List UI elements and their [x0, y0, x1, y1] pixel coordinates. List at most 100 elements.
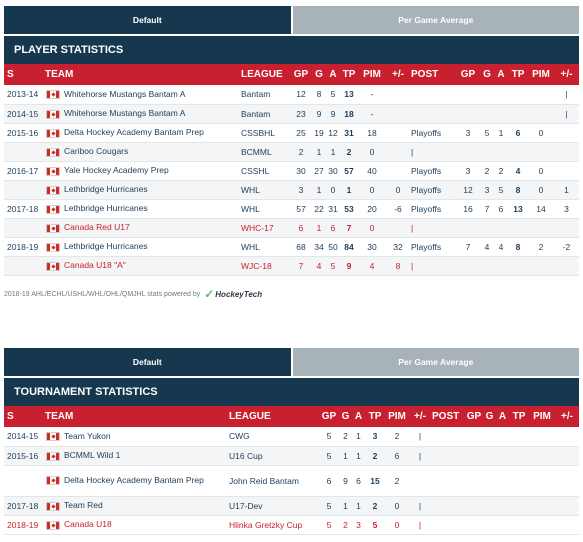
team-cell: Lethbridge Hurricanes — [44, 180, 240, 200]
column-header-a[interactable]: A — [326, 64, 340, 85]
column-header-post-a[interactable]: A — [494, 64, 508, 85]
league-cell[interactable]: U16 Cup — [228, 446, 319, 466]
league-cell[interactable]: Bantam — [240, 85, 290, 105]
season-cell — [4, 256, 44, 276]
league-cell[interactable]: CWG — [228, 427, 319, 447]
season-cell: 2017-18 — [4, 496, 44, 516]
stat-cell-g: 22 — [312, 199, 326, 219]
league-cell[interactable]: WHL — [240, 180, 290, 200]
stat-cell-pg — [480, 256, 494, 276]
tab-per-game-average[interactable]: Per Game Average — [292, 348, 579, 376]
column-header-gp[interactable]: GP — [319, 406, 339, 427]
league-cell[interactable]: WHL — [240, 237, 290, 257]
league-cell[interactable]: WHC-17 — [240, 218, 290, 238]
stat-cell-post: Playoffs — [410, 180, 456, 200]
league-cell[interactable]: WJC-18 — [240, 256, 290, 276]
column-header-post-pim[interactable]: PIM — [528, 64, 554, 85]
tab-default[interactable]: Default — [4, 348, 291, 376]
column-header-team[interactable]: TEAM — [44, 64, 240, 85]
stat-cell-ppm: 3 — [554, 199, 579, 219]
team-link[interactable]: Delta Hockey Academy Bantam Prep — [64, 127, 204, 137]
stat-cell-ppim — [528, 142, 554, 162]
column-header-season[interactable]: S — [4, 64, 44, 85]
league-cell[interactable]: Bantam — [240, 104, 290, 124]
league-cell[interactable]: Hlinka Gretzky Cup — [228, 515, 319, 535]
league-cell[interactable]: John Reid Bantam — [228, 465, 319, 497]
table-row: 2013-14 Whitehorse Mustangs Bantam A Banta… — [4, 85, 579, 105]
column-header-post-gp[interactable]: GP — [465, 406, 483, 427]
stat-cell-pg — [480, 85, 494, 105]
team-link[interactable]: Lethbridge Hurricanes — [64, 203, 148, 213]
column-header-plus-minus[interactable]: +/- — [409, 406, 431, 427]
column-header-gp[interactable]: GP — [290, 64, 312, 85]
stat-cell-a: 31 — [326, 199, 340, 219]
column-header-g[interactable]: G — [312, 64, 326, 85]
team-cell: Whitehorse Mustangs Bantam A — [44, 104, 240, 124]
column-header-post[interactable]: POST — [431, 406, 465, 427]
player-stats-header-row: S TEAM LEAGUE GP G A TP PIM +/- POST GP G A TP PIM +/- — [4, 64, 579, 85]
team-link[interactable]: Lethbridge Hurricanes — [64, 241, 148, 251]
team-link[interactable]: Whitehorse Mustangs Bantam A — [64, 108, 185, 118]
league-cell[interactable]: CSSHL — [240, 161, 290, 181]
table-row: 2018-19 Canada U18 Hlinka Gretzky Cup 5 2 3 5 0… — [4, 515, 579, 535]
stat-cell-gp: 5 — [319, 496, 339, 516]
empty-post-cell — [496, 515, 509, 535]
tab-default[interactable]: Default — [4, 6, 291, 34]
column-header-post-pim[interactable]: PIM — [529, 406, 555, 427]
stat-cell-g: 2 — [339, 427, 352, 447]
column-header-post-tp[interactable]: TP — [509, 406, 529, 427]
tab-per-game-average[interactable]: Per Game Average — [292, 6, 579, 34]
stat-cell-gp: 2 — [290, 142, 312, 162]
column-header-team[interactable]: TEAM — [44, 406, 228, 427]
stat-cell-tp: 5 — [365, 515, 385, 535]
league-cell[interactable]: U17-Dev — [228, 496, 319, 516]
table-row: 2017-18 Lethbridge Hurricanes WHL 57 22 31 53 2… — [4, 199, 579, 219]
league-cell[interactable]: WHL — [240, 199, 290, 219]
stat-cell-pm: | — [409, 446, 431, 466]
column-header-post-g[interactable]: G — [483, 406, 496, 427]
team-link[interactable]: Lethbridge Hurricanes — [64, 184, 148, 194]
column-header-pim[interactable]: PIM — [358, 64, 386, 85]
team-link[interactable]: Canada U18 — [64, 519, 112, 529]
column-header-pim[interactable]: PIM — [385, 406, 409, 427]
stat-cell-a: 6 — [352, 465, 365, 497]
column-header-a[interactable]: A — [352, 406, 365, 427]
column-header-post-tp[interactable]: TP — [508, 64, 528, 85]
column-header-league[interactable]: LEAGUE — [240, 64, 290, 85]
league-cell[interactable]: CSSBHL — [240, 123, 290, 143]
column-header-post-g[interactable]: G — [480, 64, 494, 85]
team-link[interactable]: BCMML Wild 1 — [64, 450, 120, 460]
stat-cell-gp: 12 — [290, 85, 312, 105]
team-link[interactable]: Delta Hockey Academy Bantam Prep — [64, 475, 204, 485]
stat-cell-pa: 2 — [494, 161, 508, 181]
team-link[interactable]: Team Yukon — [64, 431, 111, 441]
stat-cell-pg — [480, 104, 494, 124]
column-header-plus-minus[interactable]: +/- — [386, 64, 410, 85]
season-cell: 2018-19 — [4, 515, 44, 535]
column-header-league[interactable]: LEAGUE — [228, 406, 319, 427]
stat-cell-pgp: 16 — [456, 199, 480, 219]
team-link[interactable]: Cariboo Cougars — [64, 146, 128, 156]
column-header-post-plus-minus[interactable]: +/- — [555, 406, 579, 427]
hockeytech-logo-icon[interactable]: ✓ HockeyTech — [204, 287, 262, 301]
stat-cell-pim: 0 — [385, 515, 409, 535]
column-header-tp[interactable]: TP — [340, 64, 358, 85]
column-header-tp[interactable]: TP — [365, 406, 385, 427]
stat-cell-ptp — [508, 256, 528, 276]
team-link[interactable]: Canada U18 "A" — [64, 260, 126, 270]
league-cell[interactable]: BCMML — [240, 142, 290, 162]
column-header-season[interactable]: S — [4, 406, 44, 427]
column-header-g[interactable]: G — [339, 406, 352, 427]
column-header-post-a[interactable]: A — [496, 406, 509, 427]
team-link[interactable]: Whitehorse Mustangs Bantam A — [64, 89, 185, 99]
team-link[interactable]: Yale Hockey Academy Prep — [64, 165, 169, 175]
canada-flag-icon — [46, 501, 60, 511]
stat-cell-pgp: 12 — [456, 180, 480, 200]
stat-cell-g: 8 — [312, 85, 326, 105]
stat-cell-pgp — [456, 104, 480, 124]
team-link[interactable]: Canada Red U17 — [64, 222, 130, 232]
column-header-post-plus-minus[interactable]: +/- — [554, 64, 579, 85]
team-link[interactable]: Team Red — [64, 500, 103, 510]
column-header-post-gp[interactable]: GP — [456, 64, 480, 85]
column-header-post[interactable]: POST — [410, 64, 456, 85]
